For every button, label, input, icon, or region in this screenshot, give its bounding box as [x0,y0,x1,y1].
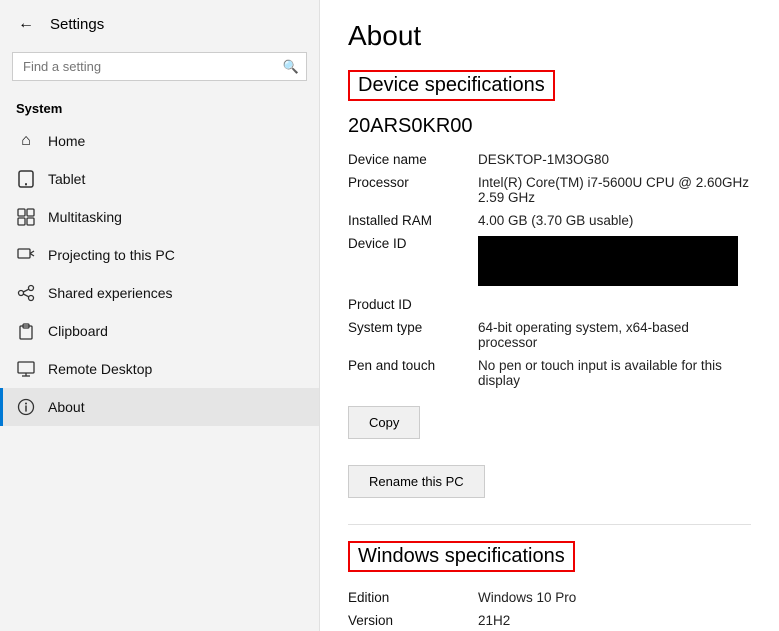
table-row: Installed RAM 4.00 GB (3.70 GB usable) [348,209,751,232]
shared-icon [16,283,36,303]
table-row: System type 64-bit operating system, x64… [348,316,751,354]
about-icon [16,397,36,417]
windows-specs-heading: Windows specifications [348,541,575,572]
spec-value: DESKTOP-1M3OG80 [478,148,751,171]
spec-label: Product ID [348,293,478,316]
rename-button-row: Rename this PC [348,465,751,508]
win-spec-value: Windows 10 Pro [478,586,751,609]
sidebar-item-projecting[interactable]: Projecting to this PC [0,236,319,274]
sidebar-item-multitasking[interactable]: Multitasking [0,198,319,236]
table-row: Version 21H2 [348,609,751,631]
sidebar-item-label: Home [48,133,85,149]
spec-label: Installed RAM [348,209,478,232]
main-content: About Device specifications 20ARS0KR00 D… [320,0,779,631]
table-row: Device ID [348,232,751,293]
clipboard-icon [16,321,36,341]
table-row: Device name DESKTOP-1M3OG80 [348,148,751,171]
sidebar-section-label: System [0,93,319,122]
page-title: About [348,20,751,52]
spec-value: Intel(R) Core(TM) i7-5600U CPU @ 2.60GHz… [478,171,751,209]
sidebar-item-label: Shared experiences [48,285,173,301]
spec-value: 64-bit operating system, x64-based proce… [478,316,751,354]
search-input[interactable] [12,52,307,81]
copy-button[interactable]: Copy [348,406,420,439]
multitasking-icon [16,207,36,227]
sidebar-item-about[interactable]: About [0,388,319,426]
search-icon: 🔍 [283,59,299,75]
sidebar-item-home[interactable]: ⌂ Home [0,122,319,160]
spec-label: System type [348,316,478,354]
search-box: 🔍 [12,52,307,81]
home-icon: ⌂ [16,131,36,151]
table-row: Pen and touch No pen or touch input is a… [348,354,751,392]
sidebar-item-tablet[interactable]: Tablet [0,160,319,198]
spec-value-redacted [478,232,751,293]
spec-value: No pen or touch input is available for t… [478,354,751,392]
win-spec-label: Version [348,609,478,631]
sidebar-item-shared[interactable]: Shared experiences [0,274,319,312]
back-button[interactable]: ← [12,10,40,38]
back-icon: ← [18,15,34,33]
rename-pc-button[interactable]: Rename this PC [348,465,485,498]
spec-label: Pen and touch [348,354,478,392]
sidebar-item-label: Remote Desktop [48,361,152,377]
sidebar-item-label: Tablet [48,171,85,187]
sidebar-item-label: Clipboard [48,323,108,339]
sidebar-item-label: Projecting to this PC [48,247,175,263]
sidebar-item-clipboard[interactable]: Clipboard [0,312,319,350]
windows-specs-table: Edition Windows 10 Pro Version 21H2 Inst… [348,586,751,631]
sidebar-item-remote[interactable]: Remote Desktop [0,350,319,388]
tablet-icon [16,169,36,189]
projecting-icon [16,245,36,265]
action-buttons: Copy [348,406,751,449]
table-row: Processor Intel(R) Core(TM) i7-5600U CPU… [348,171,751,209]
sidebar-item-label: Multitasking [48,209,122,225]
device-specs-table: Device name DESKTOP-1M3OG80 Processor In… [348,148,751,392]
section-divider [348,524,751,525]
spec-value: 4.00 GB (3.70 GB usable) [478,209,751,232]
sidebar-header: ← Settings [0,0,319,48]
spec-label: Device name [348,148,478,171]
device-specs-heading: Device specifications [348,70,555,101]
sidebar: ← Settings 🔍 System ⌂ Home Tablet Multit… [0,0,320,631]
redacted-device-id [478,236,738,286]
device-name-large: 20ARS0KR00 [348,115,751,138]
spec-value [478,293,751,316]
table-row: Product ID [348,293,751,316]
spec-label: Device ID [348,232,478,293]
table-row: Edition Windows 10 Pro [348,586,751,609]
sidebar-title: Settings [50,16,104,33]
remote-icon [16,359,36,379]
sidebar-item-label: About [48,399,85,415]
win-spec-label: Edition [348,586,478,609]
spec-label: Processor [348,171,478,209]
win-spec-value: 21H2 [478,609,751,631]
